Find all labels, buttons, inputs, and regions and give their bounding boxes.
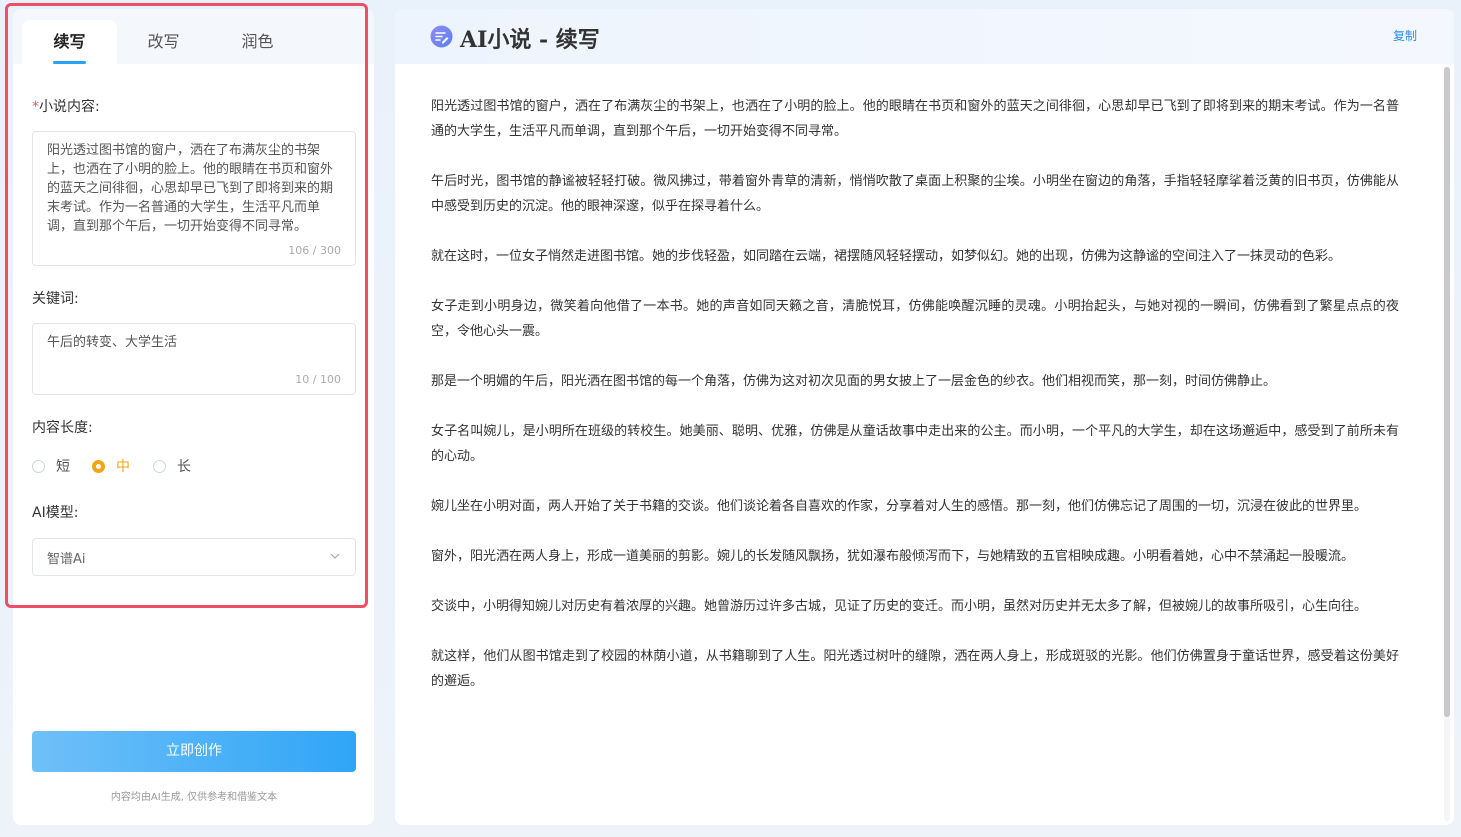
output-paragraph: 交谈中，小明得知婉儿对历史有着浓厚的兴趣。她曾游历过许多古城，见证了历史的变迁。…: [431, 599, 1368, 614]
chevron-down-icon: [330, 553, 340, 559]
keywords-counter: 10 / 100: [295, 373, 341, 386]
output-paragraph: 窗外，阳光洒在两人身上，形成一道美丽的剪影。婉儿的长发随风飘扬，犹如瀑布般倾泻而…: [431, 549, 1355, 564]
radio-long-label: 长: [177, 459, 191, 475]
radio-medium[interactable]: 中: [92, 456, 130, 476]
keywords-textarea[interactable]: 午后的转变、大学生活 10 / 100: [32, 323, 356, 395]
output-paragraph: 女子名叫婉儿，是小明所在班级的转校生。她美丽、聪明、优雅，仿佛是从童话故事中走出…: [431, 424, 1399, 464]
radio-circle-icon: [32, 459, 45, 473]
create-button[interactable]: 立即创作: [32, 731, 356, 772]
keywords-label: 关键词:: [32, 291, 79, 307]
model-select[interactable]: 智谱Ai: [32, 538, 356, 576]
output-paragraph: 那是一个明媚的午后，阳光洒在图书馆的每一个角落，仿佛为这对初次见面的男女披上了一…: [431, 374, 1277, 389]
radio-short[interactable]: 短: [32, 456, 70, 476]
novel-content-value: 阳光透过图书馆的窗户，洒在了布满灰尘的书架上，也洒在了小明的脸上。他的眼睛在书页…: [47, 143, 334, 234]
output-paragraph: 阳光透过图书馆的窗户，洒在了布满灰尘的书架上，也洒在了小明的脸上。他的眼睛在书页…: [431, 99, 1399, 139]
output-paragraph: 婉儿坐在小明对面，两人开始了关于书籍的交谈。他们谈论着各自喜欢的作家，分享着对人…: [431, 499, 1368, 514]
radio-medium-label: 中: [116, 459, 130, 475]
copy-button[interactable]: 复制: [1393, 27, 1417, 44]
output-paragraph: 就这样，他们从图书馆走到了校园的林荫小道，从书籍聊到了人生。阳光透过树叶的缝隙，…: [431, 649, 1399, 689]
model-select-value: 智谱Ai: [47, 552, 86, 567]
radio-short-label: 短: [56, 459, 70, 475]
radio-circle-icon: [153, 459, 166, 473]
model-label: AI模型:: [32, 505, 79, 521]
tab-polish[interactable]: 润色: [210, 20, 305, 64]
radio-checked-icon: [92, 459, 105, 473]
edit-badge-icon: [430, 25, 453, 48]
novel-content-label-text: 小说内容:: [39, 99, 100, 115]
output-title: AI小说 - 续写: [460, 27, 600, 53]
keywords-value: 午后的转变、大学生活: [47, 335, 178, 350]
output-paragraph: 女子走到小明身边，微笑着向他借了一本书。她的声音如同天籁之音，清脆悦耳，仿佛能唤…: [431, 299, 1399, 339]
length-label: 内容长度:: [32, 420, 93, 436]
novel-content-label: *小说内容:: [32, 96, 100, 116]
output-content: 阳光透过图书馆的窗户，洒在了布满灰尘的书架上，也洒在了小明的脸上。他的眼睛在书页…: [431, 94, 1399, 719]
scrollbar-thumb[interactable]: [1444, 67, 1450, 717]
radio-long[interactable]: 长: [153, 456, 191, 476]
tab-rewrite[interactable]: 改写: [116, 20, 211, 64]
app-root: 续写 改写 润色 *小说内容: 阳光透过图书馆的窗户，洒在了布满灰尘的书架上，也…: [0, 0, 1461, 837]
output-header: AI小说 - 续写 复制: [395, 9, 1454, 64]
disclaimer-text: 内容均由AI生成, 仅供参考和借鉴文本: [110, 792, 278, 803]
output-paragraph: 午后时光，图书馆的静谧被轻轻打破。微风拂过，带着窗外青草的清新，悄悄吹散了桌面上…: [431, 174, 1399, 214]
novel-content-textarea[interactable]: 阳光透过图书馆的窗户，洒在了布满灰尘的书架上，也洒在了小明的脸上。他的眼睛在书页…: [32, 131, 356, 266]
required-mark: *: [32, 99, 39, 115]
output-scrollbar[interactable]: [1444, 67, 1450, 821]
output-panel: AI小说 - 续写 复制 阳光透过图书馆的窗户，洒在了布满灰尘的书架上，也洒在了…: [395, 9, 1454, 825]
mode-tabs: 续写 改写 润色: [22, 20, 374, 64]
tab-continue[interactable]: 续写: [22, 20, 117, 64]
output-paragraph: 就在这时，一位女子悄然走进图书馆。她的步伐轻盈，如同踏在云端，裙摆随风轻轻摆动，…: [431, 249, 1342, 264]
novel-content-counter: 106 / 300: [288, 244, 341, 257]
